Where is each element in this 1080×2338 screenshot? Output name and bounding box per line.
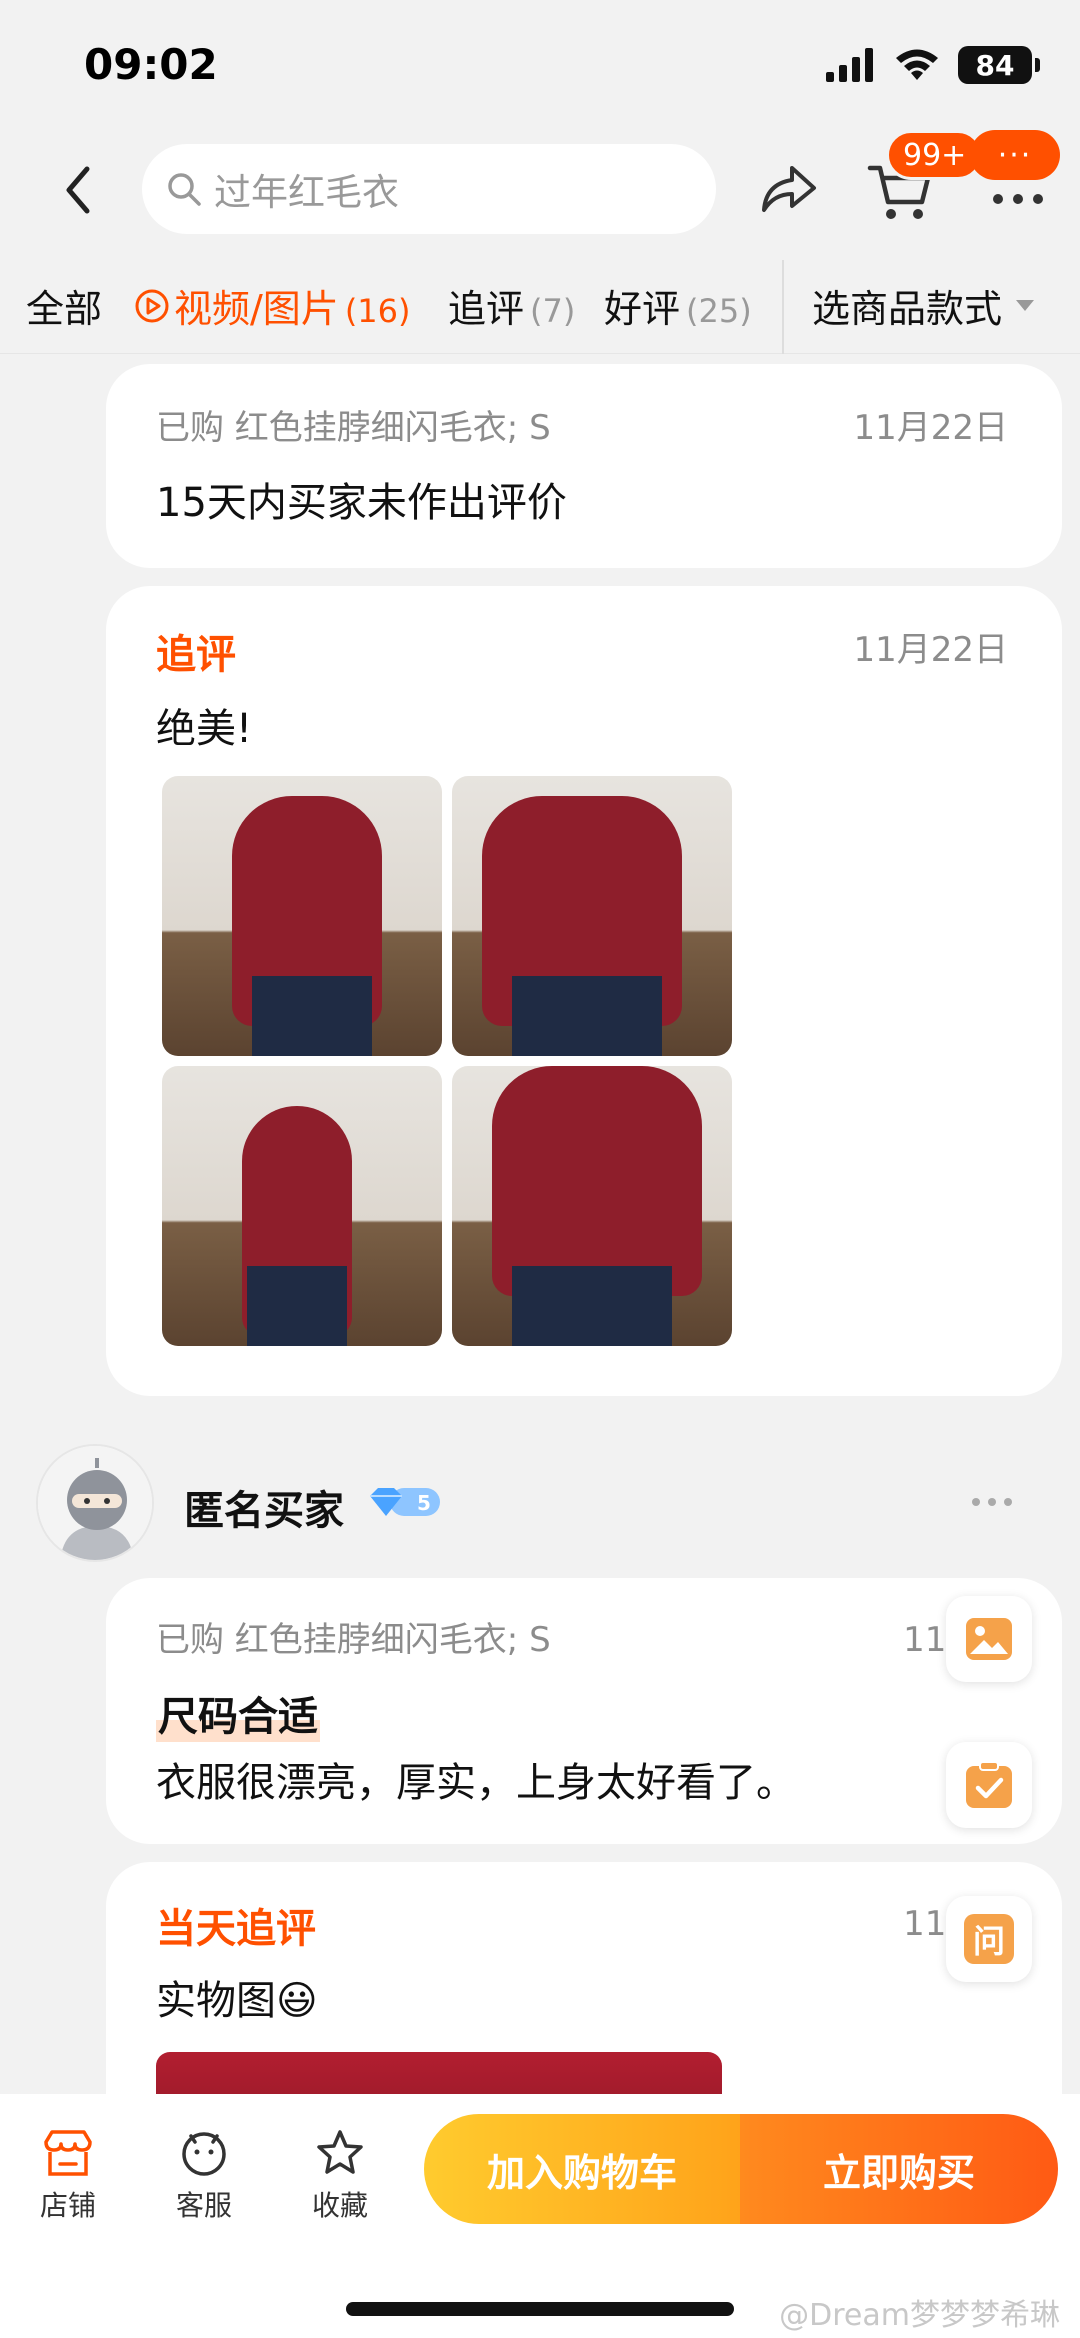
wifi-icon <box>896 49 938 80</box>
status-time: 09:02 <box>84 40 218 89</box>
service-label: 客服 <box>175 2189 232 2222</box>
shop-label: 店铺 <box>39 2189 96 2222</box>
tab-good[interactable]: 好评 (25) <box>604 278 752 333</box>
buy-now-button[interactable]: 立即购买 <box>740 2114 1058 2224</box>
status-bar: 09:02 84 <box>0 0 1080 130</box>
search-icon <box>168 173 201 206</box>
anonymous-avatar-icon <box>38 1446 152 1560</box>
shop-button[interactable]: 店铺 <box>18 2128 118 2224</box>
battery-indicator: 84 <box>958 46 1040 84</box>
tab-all-label: 全部 <box>26 287 103 331</box>
image-float-button[interactable] <box>946 1596 1032 1682</box>
photo-pants <box>512 1266 672 1346</box>
share-icon <box>762 166 816 212</box>
favorite-label: 收藏 <box>311 2189 368 2222</box>
style-select-dropdown[interactable]: 选商品款式 <box>812 278 1035 333</box>
photo-pants <box>252 976 372 1056</box>
followup-text: 绝美! <box>156 706 253 752</box>
add-to-cart-button[interactable]: 加入购物车 <box>424 2114 740 2224</box>
style-select-label: 选商品款式 <box>812 287 1003 331</box>
review-photo[interactable] <box>162 776 442 1056</box>
filter-divider <box>782 260 784 354</box>
shop-icon <box>44 2130 92 2176</box>
photo-subject <box>492 1066 702 1296</box>
photo-pants <box>247 1266 347 1346</box>
tab-followup[interactable]: 追评 (7) <box>448 278 575 333</box>
bottom-action-bar: 店铺 客服 收藏 加入购物车 立即购买 @Dream梦梦梦希琳 <box>0 2094 1080 2338</box>
chevron-left-icon <box>66 166 90 214</box>
star-icon <box>317 2130 363 2174</box>
tab-media-count: (16) <box>344 292 411 330</box>
followup-card: 追评 11月22日 绝美! <box>106 586 1062 1396</box>
image-icon <box>966 1618 1012 1660</box>
followup-title: 追评 <box>156 632 236 678</box>
more-dots-icon[interactable] <box>968 1490 1016 1514</box>
checkbox-icon <box>966 1761 1012 1808</box>
photo-pants <box>512 976 662 1056</box>
customer-service-button[interactable]: 客服 <box>154 2128 254 2224</box>
ask-icon: 问 <box>964 1914 1014 1964</box>
review-filter-bar: 全部 视频/图片 (16) 追评 (7) 好评 (25) 选商品款式 <box>0 250 1080 354</box>
reviewer-name: 匿名买家 <box>184 1488 344 1534</box>
favorite-button[interactable]: 收藏 <box>290 2128 390 2224</box>
search-input[interactable]: 过年红毛衣 <box>142 144 716 234</box>
followup-title: 当天追评 <box>156 1906 316 1952</box>
purchased-variant: 已购 红色挂脖细闪毛衣; S <box>156 408 551 448</box>
top-nav-bar: 过年红毛衣 99+ ··· <box>0 130 1080 250</box>
more-dots-icon <box>993 194 1043 204</box>
play-circle-icon <box>135 289 169 322</box>
message-bubble: ··· <box>970 130 1060 180</box>
more-button[interactable]: ··· <box>970 130 1060 220</box>
review-date: 11月22日 <box>853 408 1008 448</box>
tab-media-label: 视频/图片 <box>174 287 339 331</box>
review-photo[interactable] <box>452 1066 732 1346</box>
diamond-level-badge: 5 <box>370 1488 440 1516</box>
tab-good-label: 好评 <box>604 287 681 331</box>
purchased-variant: 已购 红色挂脖细闪毛衣; S <box>156 1620 551 1660</box>
tab-followup-label: 追评 <box>448 287 525 331</box>
avatar[interactable] <box>36 1444 154 1562</box>
watermark: @Dream梦梦梦希琳 <box>779 2298 1060 2333</box>
status-icons: 84 <box>826 46 1040 84</box>
tab-all[interactable]: 全部 <box>26 278 102 333</box>
followup-text: 实物图😃 <box>156 1978 318 2024</box>
tab-good-count: (25) <box>686 292 752 330</box>
size-fit-tag: 尺码合适 <box>156 1684 320 1742</box>
back-button[interactable] <box>48 158 108 222</box>
caret-down-icon <box>1016 300 1035 311</box>
cart-count-badge: 99+ <box>886 130 984 180</box>
review-card: 已购 红色挂脖细闪毛衣; S 11月22日 15天内买家未作出评价 <box>106 364 1062 568</box>
followup-date: 11月22日 <box>853 630 1008 670</box>
review-text: 15天内买家未作出评价 <box>156 480 567 526</box>
signal-icon <box>826 48 873 82</box>
service-icon <box>182 2132 226 2176</box>
review-text: 衣服很漂亮，厚实，上身太好看了。 <box>156 1760 796 1806</box>
review-photo[interactable] <box>452 776 732 1056</box>
tab-followup-count: (7) <box>530 292 576 330</box>
share-button[interactable] <box>756 158 820 222</box>
review-card: 已购 红色挂脖细闪毛衣; S 11月1 尺码合适 衣服很漂亮，厚实，上身太好看了… <box>106 1578 1062 1844</box>
checklist-float-button[interactable] <box>946 1742 1032 1828</box>
ask-float-button[interactable]: 问 <box>946 1896 1032 1982</box>
search-placeholder: 过年红毛衣 <box>214 171 399 214</box>
level-number: 5 <box>417 1491 431 1515</box>
tab-media[interactable]: 视频/图片 (16) <box>134 278 411 333</box>
home-indicator[interactable] <box>346 2302 734 2316</box>
review-photo[interactable] <box>162 1066 442 1346</box>
